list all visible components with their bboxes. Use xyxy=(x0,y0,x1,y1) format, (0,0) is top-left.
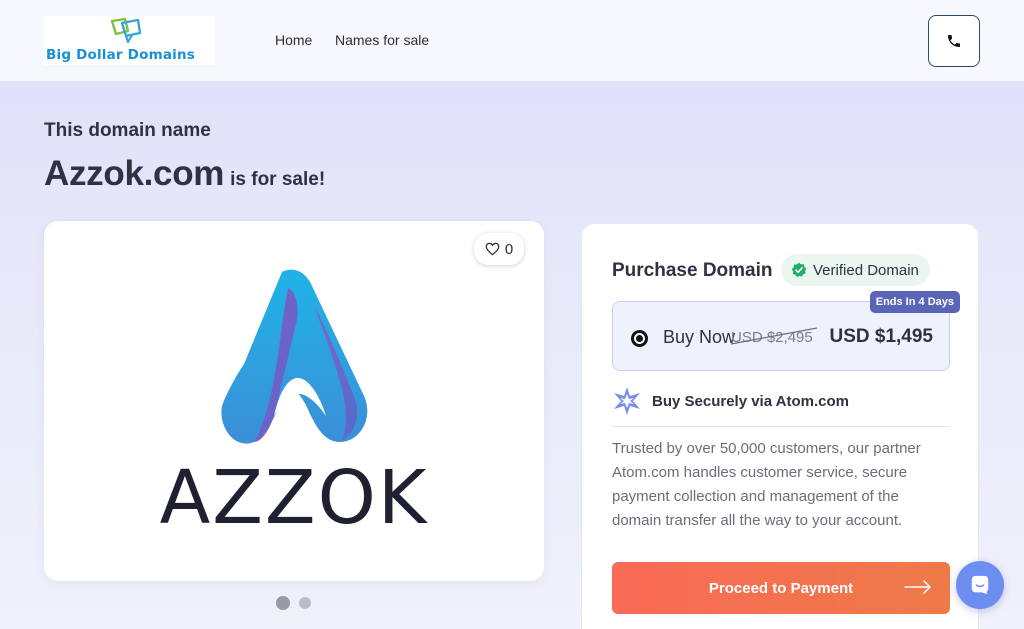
atom-star-icon xyxy=(614,387,640,415)
nav-names-for-sale[interactable]: Names for sale xyxy=(335,32,429,48)
brand-wordmark: AZZOK xyxy=(159,455,429,541)
strikethrough-line xyxy=(730,327,818,345)
arrow-right-icon xyxy=(904,580,931,594)
slide-dot-2[interactable] xyxy=(299,597,311,609)
proceed-to-payment-button[interactable]: Proceed to Payment xyxy=(612,562,950,614)
buy-now-radio[interactable] xyxy=(631,330,648,347)
domain-image-card: 0 AZZOK xyxy=(44,221,544,581)
ends-badge: Ends In 4 Days xyxy=(869,291,960,313)
phone-icon xyxy=(948,35,960,47)
slide-dot-1[interactable] xyxy=(276,596,290,610)
proceed-label: Proceed to Payment xyxy=(708,579,854,597)
sale-price: USD $1,495 xyxy=(829,326,933,347)
secure-label: Buy Securely via Atom.com xyxy=(652,392,850,410)
gallery-pagination xyxy=(276,596,311,610)
pre-title: This domain name xyxy=(44,120,211,141)
phone-button[interactable] xyxy=(928,15,980,67)
domain-name: Azzok.com xyxy=(44,154,225,193)
brand-logo-icon xyxy=(221,269,368,444)
chat-icon xyxy=(971,575,989,595)
divider xyxy=(612,426,950,427)
like-button[interactable]: 0 xyxy=(474,233,524,265)
site-logo[interactable]: Big Dollar Domains xyxy=(44,16,215,65)
verified-label: Verified Domain xyxy=(813,261,919,279)
secure-purchase-row: Buy Securely via Atom.com xyxy=(612,386,849,416)
heart-icon xyxy=(485,242,500,256)
verified-check-icon xyxy=(791,262,807,277)
buy-now-option[interactable]: Ends In 4 Days Buy Now USD $2,495 USD $1… xyxy=(612,291,960,371)
logo-mark-icon xyxy=(110,17,142,43)
purchase-title: Purchase Domain xyxy=(612,260,773,281)
logo-text: Big Dollar Domains xyxy=(46,47,196,63)
buy-now-label: Buy Now xyxy=(663,327,736,347)
for-sale-suffix: is for sale! xyxy=(230,169,326,190)
purchase-card: Purchase Domain Verified Domain Ends In … xyxy=(581,223,979,629)
trust-description: Trusted by over 50,000 customers, our pa… xyxy=(612,440,921,529)
nav-home[interactable]: Home xyxy=(275,32,312,48)
chat-launcher-button[interactable] xyxy=(956,561,1004,609)
domain-heading: Azzok.com is for sale! xyxy=(44,154,325,194)
site-header: Big Dollar Domains Home Names for sale xyxy=(0,0,1024,82)
like-count: 0 xyxy=(504,240,514,258)
verified-badge: Verified Domain xyxy=(781,254,930,286)
